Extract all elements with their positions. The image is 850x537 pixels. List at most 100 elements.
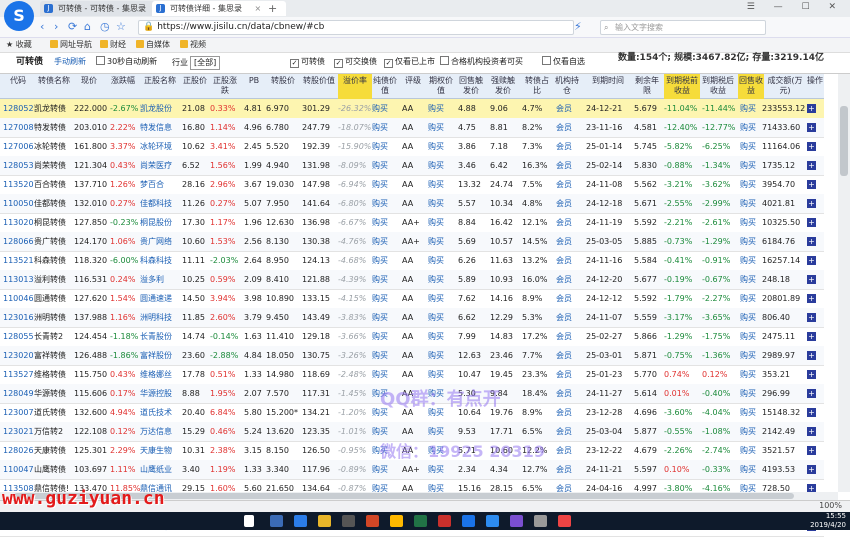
column-header[interactable]: PB bbox=[244, 74, 264, 100]
cell-bond[interactable]: 购买 bbox=[372, 194, 398, 213]
cell-bond[interactable]: 购买 bbox=[372, 327, 398, 346]
add-watchlist-icon[interactable]: + bbox=[807, 313, 816, 322]
column-header[interactable]: 剩余年限 bbox=[632, 74, 662, 100]
cell-bond[interactable]: 购买 bbox=[372, 251, 398, 270]
cell-inst[interactable]: 会员 bbox=[556, 460, 580, 479]
search-input[interactable]: ⌕ 输入文字搜索 bbox=[600, 20, 766, 35]
edge-icon[interactable] bbox=[294, 515, 307, 527]
bookmark-favorites[interactable]: ★ 收藏 bbox=[6, 39, 32, 51]
cell-opt[interactable]: 购买 bbox=[428, 460, 454, 479]
cell-stock[interactable]: 梦百合 bbox=[140, 175, 180, 194]
cell-stock[interactable]: 凯龙股份 bbox=[140, 99, 180, 118]
scrollbar-thumb[interactable] bbox=[840, 106, 848, 176]
column-header[interactable]: 纯债价值 bbox=[372, 74, 398, 100]
back-icon[interactable]: ‹ bbox=[40, 20, 44, 33]
cell-stock[interactable]: 道氏技术 bbox=[140, 403, 180, 422]
cell-inst[interactable]: 会员 bbox=[556, 251, 580, 270]
cell-opt[interactable]: 购买 bbox=[428, 99, 454, 118]
url-input[interactable]: 🔒 https://www.jisilu.cn/data/cbnew/#cb bbox=[138, 20, 574, 35]
cell-opt[interactable]: 购买 bbox=[428, 194, 454, 213]
vertical-scrollbar[interactable] bbox=[838, 74, 850, 492]
add-watchlist-icon[interactable]: + bbox=[807, 180, 816, 189]
bookmark-star-icon[interactable]: ☆ bbox=[116, 20, 126, 33]
column-header[interactable]: 正股名称 bbox=[140, 74, 180, 100]
cell-code[interactable]: 110050 bbox=[3, 194, 33, 213]
table-row[interactable]: 113521 科森转债 118.320 -6.00% 科森科技 11.11 -2.03% 2.… bbox=[0, 251, 824, 271]
column-header[interactable]: 代码 bbox=[3, 74, 33, 100]
windows-start-icon[interactable] bbox=[244, 515, 254, 527]
cell-inst[interactable]: 会员 bbox=[556, 308, 580, 327]
column-header[interactable]: 涨跌幅 bbox=[108, 74, 138, 100]
cell-stock[interactable]: 冰轮环境 bbox=[140, 137, 180, 156]
cell-code[interactable]: 110046 bbox=[3, 289, 33, 308]
column-header[interactable]: 正股价 bbox=[180, 74, 210, 100]
add-watchlist-icon[interactable]: + bbox=[807, 446, 816, 455]
industry-filter[interactable]: 行业 [全部] bbox=[172, 56, 221, 70]
cell-bond[interactable]: 购买 bbox=[372, 460, 398, 479]
cell-bond[interactable]: 购买 bbox=[372, 137, 398, 156]
cell-stock[interactable]: 特发信息 bbox=[140, 118, 180, 137]
table-row[interactable]: 128055 长青转2 124.454 -1.18% 长青股份 14.74 -0.14% 1.… bbox=[0, 327, 824, 347]
cell-inst[interactable]: 会员 bbox=[556, 270, 580, 289]
column-header[interactable]: 回售触发价 bbox=[456, 74, 486, 100]
cell-stock[interactable]: 科森科技 bbox=[140, 251, 180, 270]
auto-refresh-toggle[interactable]: 30秒自动刷新 bbox=[96, 56, 157, 68]
add-watchlist-icon[interactable]: + bbox=[807, 104, 816, 113]
table-row[interactable]: 128052 凯龙转债 222.000 -2.67% 凯龙股份 21.08 0.33% 4.8… bbox=[0, 99, 824, 119]
add-watchlist-icon[interactable]: + bbox=[807, 199, 816, 208]
add-watchlist-icon[interactable]: + bbox=[807, 370, 816, 379]
cell-opt[interactable]: 购买 bbox=[428, 156, 454, 175]
cell-opt[interactable]: 购买 bbox=[428, 137, 454, 156]
cell-stock[interactable]: 圆通速递 bbox=[140, 289, 180, 308]
column-header[interactable]: 溢价率 bbox=[338, 74, 372, 100]
add-watchlist-icon[interactable]: + bbox=[807, 465, 816, 474]
excel-icon[interactable] bbox=[414, 515, 427, 527]
column-header[interactable]: 到期时间 bbox=[584, 74, 632, 100]
table-row[interactable]: 110046 圆通转债 127.620 1.54% 圆通速递 14.50 3.94% 3.98… bbox=[0, 289, 824, 309]
cell-opt[interactable]: 购买 bbox=[428, 270, 454, 289]
cell-inst[interactable]: 会员 bbox=[556, 118, 580, 137]
filter-qualified[interactable]: 合格机构投资者可买 bbox=[440, 56, 523, 68]
cell-code[interactable]: 127008 bbox=[3, 118, 33, 137]
table-row[interactable]: 127008 特发转债 203.010 2.22% 特发信息 16.80 1.14% 4.96… bbox=[0, 118, 824, 138]
cell-bond[interactable]: 购买 bbox=[372, 213, 398, 232]
table-row[interactable]: 128066 贵广转债 124.170 1.06% 贵广网络 10.60 1.53% 2.56… bbox=[0, 232, 824, 252]
bookmark-nav[interactable]: 网址导航 bbox=[50, 39, 92, 51]
column-header[interactable]: 现价 bbox=[74, 74, 104, 100]
filter-exchangeable[interactable]: ✓ 可交换债 bbox=[334, 56, 377, 68]
cell-stock[interactable]: 贵广网络 bbox=[140, 232, 180, 251]
cell-inst[interactable]: 会员 bbox=[556, 441, 580, 460]
industry-select[interactable]: [全部] bbox=[190, 56, 221, 70]
add-watchlist-icon[interactable]: + bbox=[807, 142, 816, 151]
powerpoint-icon[interactable] bbox=[366, 515, 379, 527]
column-header[interactable]: 转股价值 bbox=[302, 74, 336, 100]
cell-code[interactable]: 123007 bbox=[3, 403, 33, 422]
table-row[interactable]: 110050 佳都转债 132.010 0.27% 佳都科技 11.26 0.27% 5.07… bbox=[0, 194, 824, 214]
add-watchlist-icon[interactable]: + bbox=[807, 294, 816, 303]
cell-code[interactable]: 113013 bbox=[3, 270, 33, 289]
cell-inst[interactable]: 会员 bbox=[556, 213, 580, 232]
cell-code[interactable]: 113520 bbox=[3, 175, 33, 194]
cell-opt[interactable]: 购买 bbox=[428, 213, 454, 232]
browser-logo-icon[interactable]: S bbox=[4, 1, 34, 31]
cell-code[interactable]: 110047 bbox=[3, 460, 33, 479]
cell-inst[interactable]: 会员 bbox=[556, 346, 580, 365]
store-icon[interactable] bbox=[342, 515, 355, 527]
table-row[interactable]: 113020 桐昆转债 127.850 -0.23% 桐昆股份 17.30 1.17% 1.9… bbox=[0, 213, 824, 233]
cell-bond[interactable]: 购买 bbox=[372, 308, 398, 327]
home-icon[interactable]: ⌂ bbox=[84, 20, 91, 33]
add-watchlist-icon[interactable]: + bbox=[807, 332, 816, 341]
close-icon[interactable]: × bbox=[255, 4, 262, 13]
cell-stock[interactable]: 富祥股份 bbox=[140, 346, 180, 365]
window-controls[interactable]: ☰ — ☐ ✕ bbox=[747, 2, 844, 12]
browser-360-icon[interactable] bbox=[462, 515, 475, 527]
cell-inst[interactable]: 会员 bbox=[556, 175, 580, 194]
add-watchlist-icon[interactable]: + bbox=[807, 408, 816, 417]
cell-inst[interactable]: 会员 bbox=[556, 194, 580, 213]
cell-bond[interactable]: 购买 bbox=[372, 346, 398, 365]
table-row[interactable]: 123016 洲明转债 137.988 1.16% 洲明科技 11.85 2.60% 3.79… bbox=[0, 308, 824, 328]
cell-stock[interactable]: 山鹰纸业 bbox=[140, 460, 180, 479]
cell-bond[interactable]: 购买 bbox=[372, 232, 398, 251]
app-icon[interactable] bbox=[558, 515, 571, 527]
cell-code[interactable]: 123021 bbox=[3, 422, 33, 441]
